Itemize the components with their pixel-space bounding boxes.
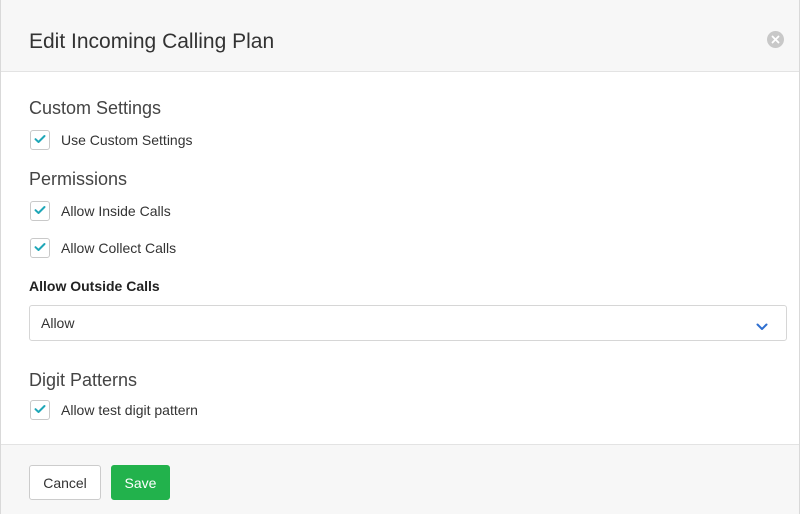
allow-collect-calls-label: Allow Collect Calls: [61, 240, 177, 256]
permissions-heading: Permissions: [29, 169, 128, 189]
allow-collect-calls-checkbox[interactable]: [30, 238, 50, 258]
edit-calling-plan-dialog: Edit Incoming Calling Plan Custom Settin…: [0, 0, 800, 514]
close-icon: [771, 35, 780, 44]
chevron-down-icon: [756, 318, 768, 336]
use-custom-settings-checkbox[interactable]: [30, 130, 50, 150]
allow-inside-calls-checkbox[interactable]: [30, 201, 50, 221]
use-custom-settings-label: Use Custom Settings: [61, 132, 193, 148]
allow-test-digit-pattern-row: Allow test digit pattern: [30, 399, 198, 421]
dialog-header: Edit Incoming Calling Plan: [1, 0, 799, 72]
checkmark-icon: [34, 401, 46, 419]
allow-collect-calls-row: Allow Collect Calls: [30, 237, 176, 259]
dialog-title: Edit Incoming Calling Plan: [29, 30, 275, 53]
allow-outside-calls-value: Allow: [41, 315, 75, 331]
save-button[interactable]: Save: [111, 465, 170, 500]
digit-patterns-heading: Digit Patterns: [29, 370, 138, 390]
close-button[interactable]: [767, 31, 784, 48]
allow-test-digit-pattern-label: Allow test digit pattern: [61, 402, 198, 418]
custom-settings-heading: Custom Settings: [29, 98, 162, 118]
allow-outside-calls-select[interactable]: Allow: [29, 305, 787, 341]
checkmark-icon: [34, 131, 46, 149]
cancel-button[interactable]: Cancel: [29, 465, 101, 500]
dialog-footer: Cancel Save: [1, 444, 799, 514]
allow-inside-calls-label: Allow Inside Calls: [61, 203, 171, 219]
allow-test-digit-pattern-checkbox[interactable]: [30, 400, 50, 420]
checkmark-icon: [34, 239, 46, 257]
allow-inside-calls-row: Allow Inside Calls: [30, 200, 171, 222]
checkmark-icon: [34, 202, 46, 220]
allow-outside-calls-label: Allow Outside Calls: [29, 278, 160, 294]
use-custom-settings-row: Use Custom Settings: [30, 129, 193, 151]
